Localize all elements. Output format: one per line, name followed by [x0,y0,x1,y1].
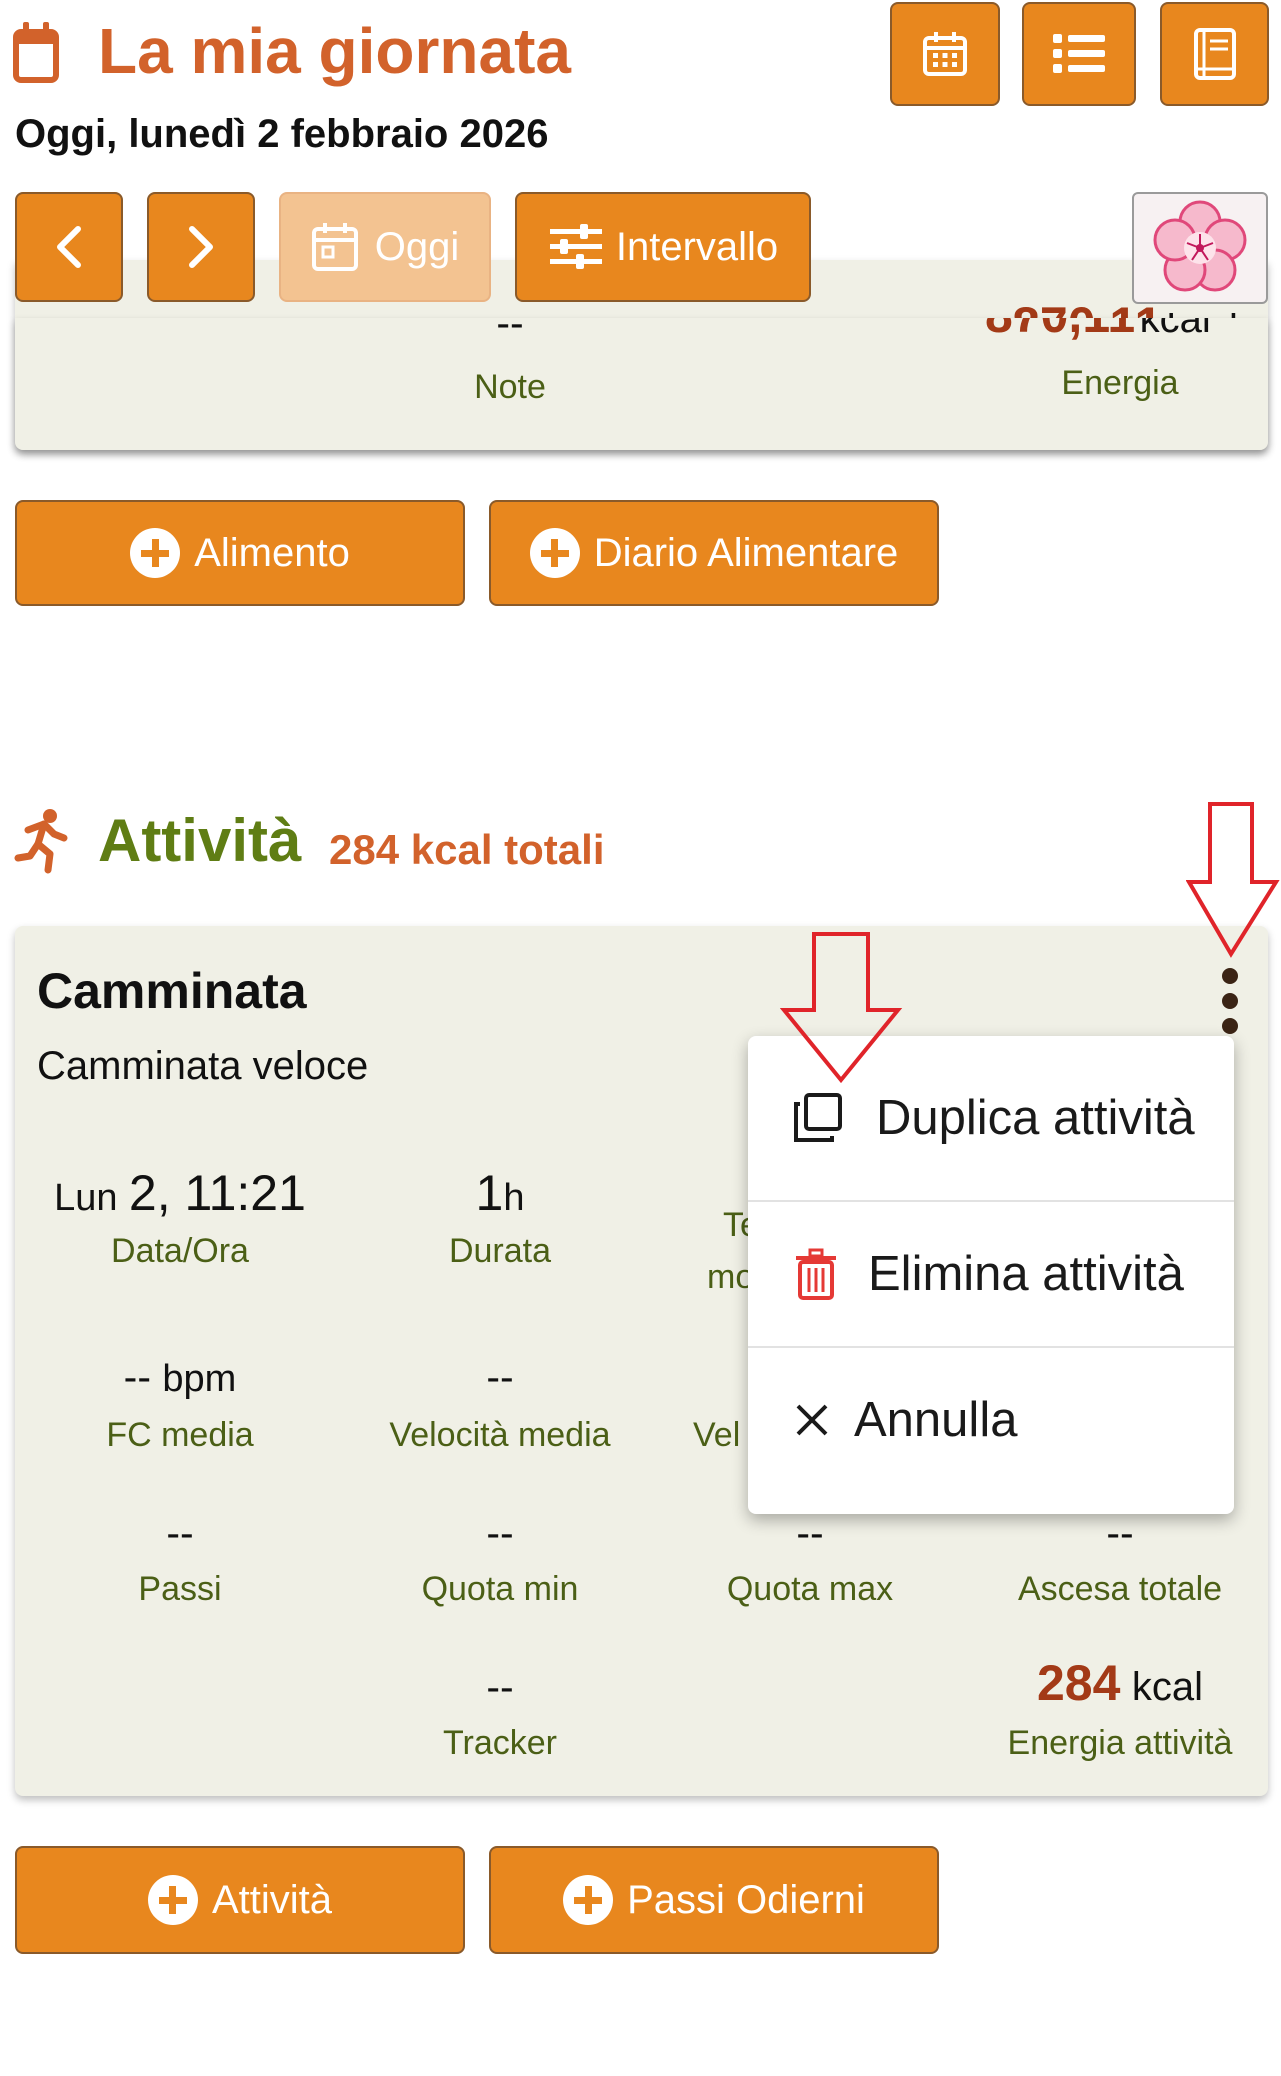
add-food-button[interactable]: Alimento [15,500,465,606]
note-value: -- [496,300,524,346]
duration-label: Durata [448,1232,552,1270]
max-altitude-value: -- [796,1510,824,1556]
add-activity-button[interactable]: Attività [15,1846,465,1954]
heart-rate-value: -- bpm [123,1354,237,1400]
chevron-right-icon [189,226,213,268]
energy-value-clipped: 870,11 kcal [985,318,1211,343]
annotation-arrow-icon [780,932,903,1084]
current-date: Oggi, lunedì 2 febbraio 2026 [15,112,549,156]
duration-value: 1h [475,1165,525,1221]
interval-button[interactable]: Intervallo [515,192,811,302]
list-icon [1053,34,1105,73]
avg-speed-value: -- [486,1354,514,1400]
calendar-view-button[interactable] [890,2,1000,106]
heart-rate-label: FC media [106,1416,254,1454]
datetime-value: Lun 2, 11:21 [54,1165,306,1221]
avatar[interactable] [1132,192,1268,304]
activity-context-menu: Duplica attività Elimina attività Annull… [748,1036,1234,1514]
plus-circle-icon [147,1875,198,1925]
chevron-left-icon [57,226,81,268]
activity-energy-label: Energia attività [1007,1724,1233,1762]
plus-circle-icon [130,528,181,578]
trash-icon [796,1248,836,1300]
max-altitude-label: Quota max [726,1570,894,1608]
previous-day-button[interactable] [15,192,123,302]
annotation-arrow-icon [1186,802,1280,958]
flower-avatar-icon [1153,200,1247,292]
next-day-button[interactable] [147,192,255,302]
activity-section-title: Attività [98,807,302,874]
list-view-button[interactable] [1022,2,1136,106]
tracker-value: -- [486,1664,514,1710]
datetime-label: Data/Ora [111,1232,249,1270]
calendar-icon [13,22,59,83]
min-altitude-label: Quota min [421,1570,579,1608]
note-label: Note [474,368,546,406]
plus-circle-icon [529,528,580,578]
running-person-icon [14,809,68,874]
menu-item-cancel[interactable]: Annulla [748,1348,1234,1492]
book-icon [1193,28,1236,80]
total-ascent-label: Ascesa totale [1017,1570,1223,1608]
diary-button[interactable] [1160,2,1269,106]
total-ascent-value: -- [1106,1510,1134,1556]
menu-item-delete[interactable]: Elimina attività [748,1202,1234,1346]
energy-label: Energia [1061,364,1179,402]
close-icon [796,1404,828,1436]
calendar-icon [311,223,358,271]
activity-name: Camminata [37,963,307,1019]
activity-subtitle: Camminata veloce [37,1044,369,1088]
avg-speed-label: Velocità media [389,1416,611,1454]
activity-energy-value: 284 kcal [1037,1655,1203,1711]
food-diary-button[interactable]: Diario Alimentare [489,500,939,606]
steps-value: -- [166,1510,194,1556]
sliders-icon [549,224,602,269]
tracker-label: Tracker [443,1724,557,1762]
daily-steps-button[interactable]: Passi Odierni [489,1846,939,1954]
steps-label: Passi [138,1570,222,1608]
more-vertical-icon[interactable] [1215,966,1245,1036]
min-altitude-value: -- [486,1510,514,1556]
plus-circle-icon [563,1875,614,1925]
today-button[interactable]: Oggi [279,192,491,302]
hidden-speed-label: Vel [693,1416,741,1454]
page-title: La mia giornata [98,15,571,87]
activity-total-kcal: 284 kcal totali [329,826,605,873]
calendar-grid-icon [923,32,967,76]
copy-icon [794,1093,842,1142]
